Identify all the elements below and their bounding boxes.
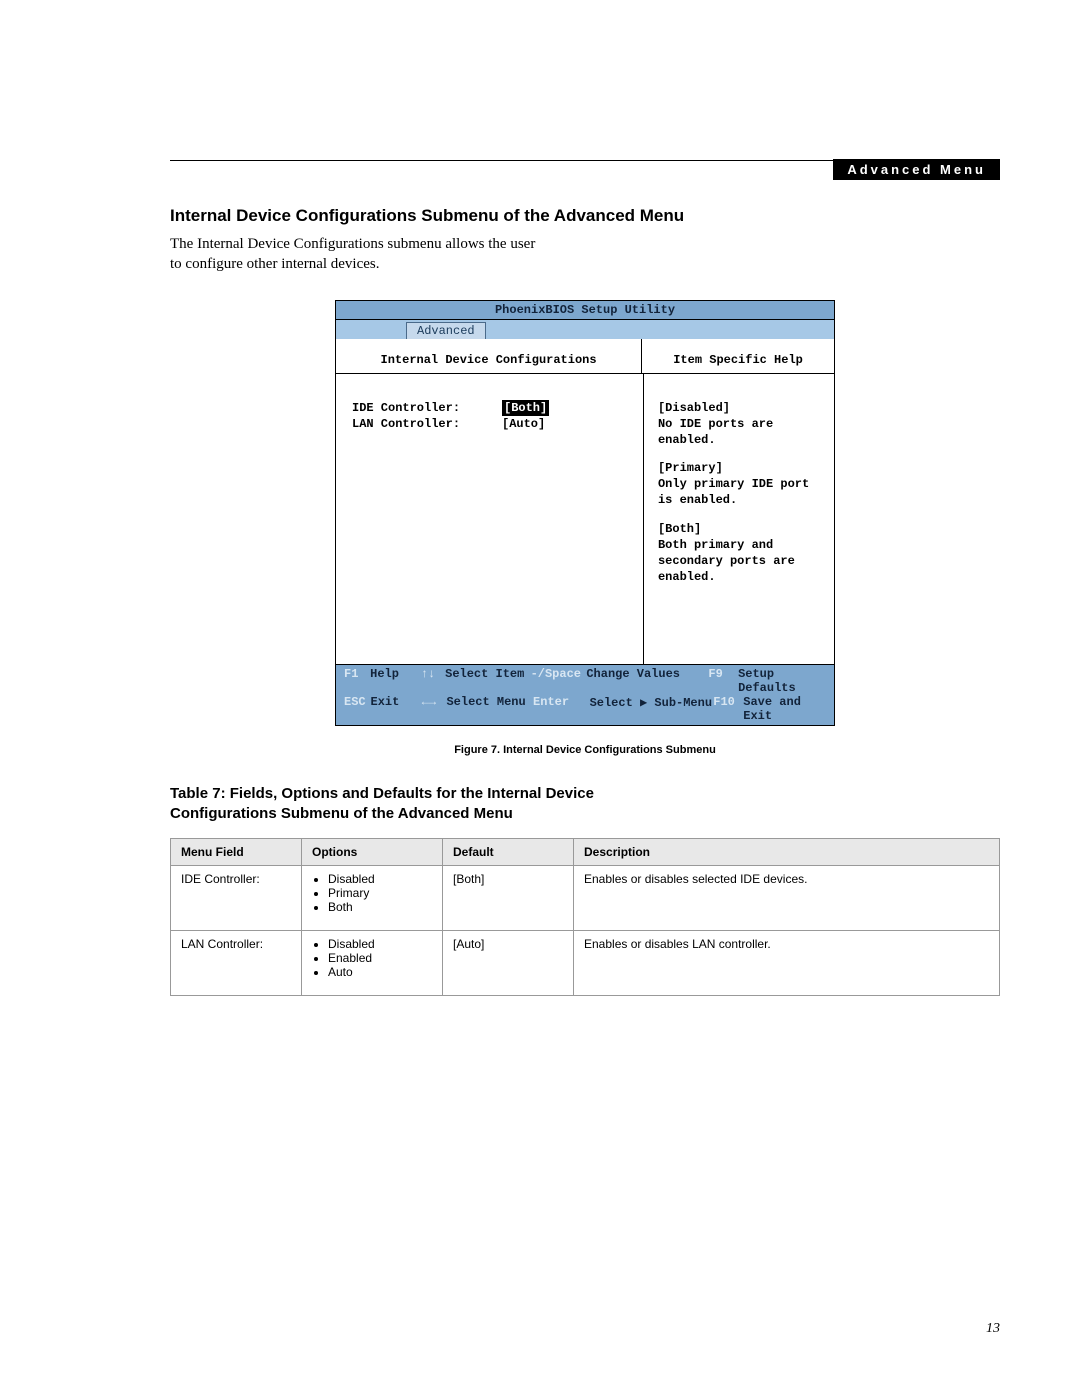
table-title: Table 7: Fields, Options and Defaults fo…: [170, 784, 640, 825]
cell-desc: Enables or disables selected IDE devices…: [574, 866, 1000, 931]
label-setup-defaults: Setup Defaults: [738, 667, 826, 695]
bios-help-both: [Both] Both primary and secondary ports …: [658, 521, 820, 586]
section-title: Internal Device Configurations Submenu o…: [170, 206, 1000, 226]
bios-left-title: Internal Device Configurations: [336, 339, 642, 373]
option-item: Disabled: [328, 872, 432, 886]
option-item: Disabled: [328, 937, 432, 951]
bios-footer: F1 Help ↑↓ Select Item -/Space Change Va…: [336, 664, 834, 725]
key-minus-space: -/Space: [531, 667, 587, 695]
bios-field-value[interactable]: [Auto]: [502, 416, 545, 432]
cell-field: LAN Controller:: [171, 931, 302, 996]
bios-field-ide[interactable]: IDE Controller: [Both]: [352, 400, 627, 416]
arrows-updown-icon: ↑↓: [421, 667, 445, 695]
bios-footer-row-2: ESC Exit ←→ Select Menu Enter Select ▶ S…: [344, 695, 826, 723]
bios-right-title: Item Specific Help: [642, 339, 834, 373]
help-head: [Both]: [658, 521, 820, 537]
label-exit: Exit: [371, 695, 422, 723]
cell-options: Disabled Enabled Auto: [302, 931, 443, 996]
page: Advanced Menu Internal Device Configurat…: [0, 0, 1080, 1397]
bios-left-panel: IDE Controller: [Both] LAN Controller: […: [336, 374, 644, 664]
label-help: Help: [370, 667, 421, 695]
key-f9: F9: [708, 667, 738, 695]
th-default: Default: [443, 839, 574, 866]
table-header-row: Menu Field Options Default Description: [171, 839, 1000, 866]
label-select-item: Select Item: [445, 667, 530, 695]
cell-options: Disabled Primary Both: [302, 866, 443, 931]
help-body: Both primary and secondary ports are ena…: [658, 537, 820, 586]
label-select-menu: Select Menu: [446, 695, 533, 723]
intro-text: The Internal Device Configurations subme…: [170, 234, 550, 275]
key-f1: F1: [344, 667, 370, 695]
header-rule: Advanced Menu: [170, 160, 1000, 161]
option-item: Primary: [328, 886, 432, 900]
key-enter: Enter: [533, 695, 590, 723]
help-body: Only primary IDE port is enabled.: [658, 476, 820, 508]
th-options: Options: [302, 839, 443, 866]
bios-field-label: IDE Controller:: [352, 400, 502, 416]
label-change-values: Change Values: [586, 667, 708, 695]
header-badge: Advanced Menu: [833, 159, 1000, 180]
bios-help-primary: [Primary] Only primary IDE port is enabl…: [658, 460, 820, 509]
key-esc: ESC: [344, 695, 371, 723]
option-item: Enabled: [328, 951, 432, 965]
bios-field-lan[interactable]: LAN Controller: [Auto]: [352, 416, 627, 432]
cell-field: IDE Controller:: [171, 866, 302, 931]
cell-default: [Auto]: [443, 931, 574, 996]
table-row: LAN Controller: Disabled Enabled Auto [A…: [171, 931, 1000, 996]
bios-field-label: LAN Controller:: [352, 416, 502, 432]
bios-footer-row-1: F1 Help ↑↓ Select Item -/Space Change Va…: [344, 667, 826, 695]
option-item: Both: [328, 900, 432, 914]
options-table: Menu Field Options Default Description I…: [170, 838, 1000, 996]
figure-caption: Figure 7. Internal Device Configurations…: [170, 744, 1000, 756]
page-number: 13: [986, 1321, 1000, 1337]
th-menu-field: Menu Field: [171, 839, 302, 866]
tab-advanced[interactable]: Advanced: [406, 322, 486, 339]
bios-screenshot: PhoenixBIOS Setup Utility Advanced Inter…: [335, 300, 835, 726]
help-head: [Disabled]: [658, 400, 820, 416]
bios-body: IDE Controller: [Both] LAN Controller: […: [336, 374, 834, 664]
bios-help-content: [Disabled] No IDE ports are enabled. [Pr…: [644, 374, 834, 608]
arrows-leftright-icon: ←→: [422, 695, 447, 723]
bios-help-disabled: [Disabled] No IDE ports are enabled.: [658, 400, 820, 449]
th-description: Description: [574, 839, 1000, 866]
option-item: Auto: [328, 965, 432, 979]
table-row: IDE Controller: Disabled Primary Both [B…: [171, 866, 1000, 931]
help-head: [Primary]: [658, 460, 820, 476]
bios-field-value-selected[interactable]: [Both]: [502, 400, 549, 416]
bios-tab-bar: Advanced: [336, 320, 834, 339]
bios-panel-titles: Internal Device Configurations Item Spec…: [336, 339, 834, 374]
bios-help-panel: [Disabled] No IDE ports are enabled. [Pr…: [644, 374, 834, 664]
cell-default: [Both]: [443, 866, 574, 931]
help-body: No IDE ports are enabled.: [658, 416, 820, 448]
key-f10: F10: [713, 695, 743, 723]
label-save-exit: Save and Exit: [743, 695, 826, 723]
label-select-submenu: Select ▶ Sub-Menu: [590, 695, 714, 723]
bios-utility-title: PhoenixBIOS Setup Utility: [336, 301, 834, 320]
bios-left-content: IDE Controller: [Both] LAN Controller: […: [336, 374, 643, 442]
cell-desc: Enables or disables LAN controller.: [574, 931, 1000, 996]
